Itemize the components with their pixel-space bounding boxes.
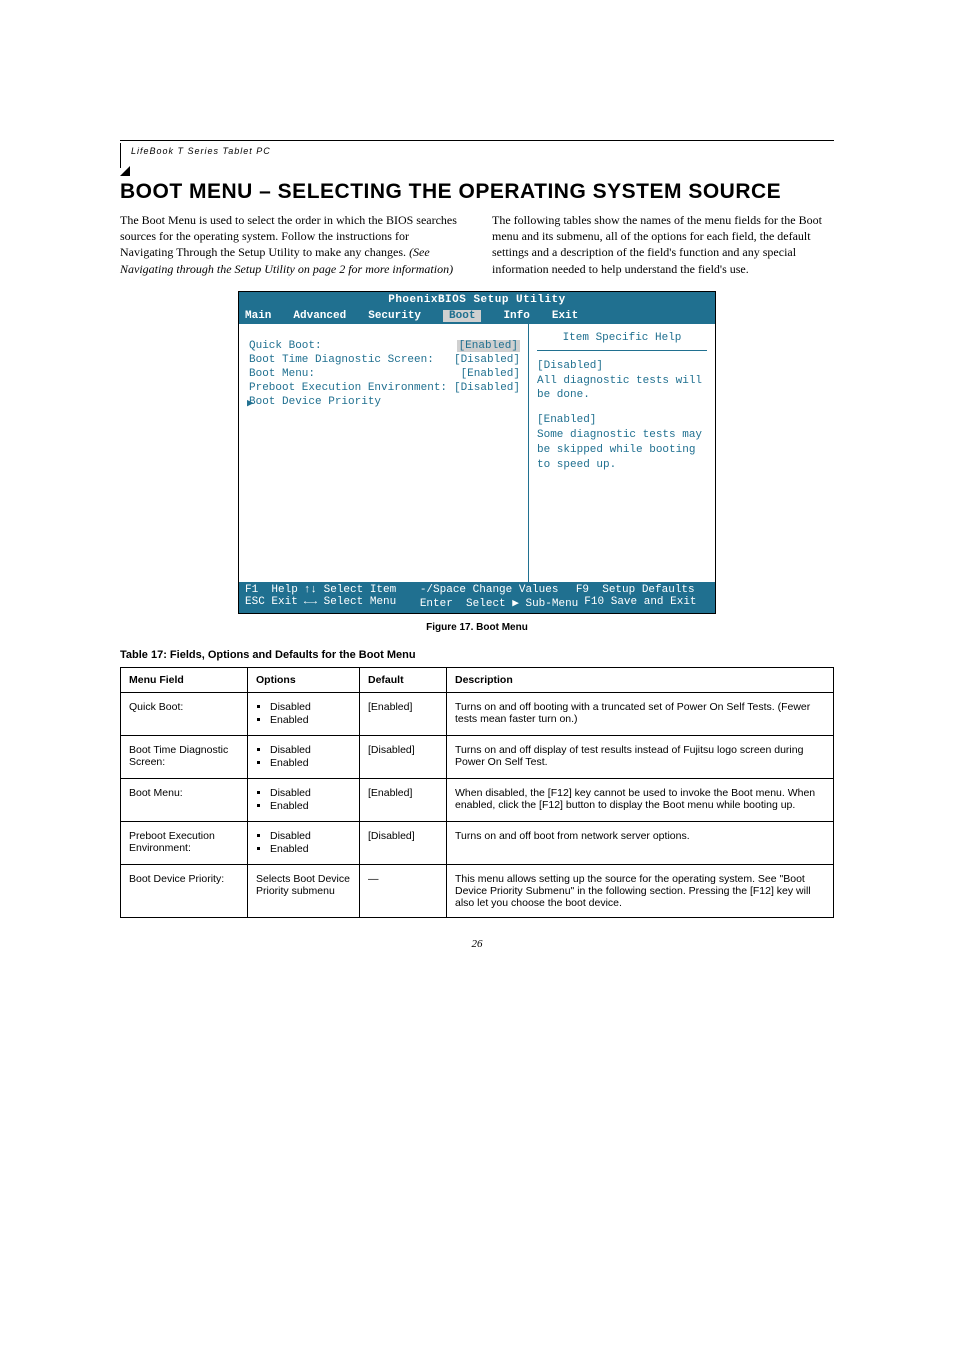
table-row: Boot Device Priority: Selects Boot Devic… — [121, 864, 834, 917]
intro-left-text: The Boot Menu is used to select the orde… — [120, 213, 457, 259]
submenu-caret-icon: ▶ — [247, 396, 254, 410]
cell-options: Disabled Enabled — [248, 778, 360, 821]
cell-field: Boot Device Priority: — [121, 864, 248, 917]
bios-label: Boot Time Diagnostic Screen: — [249, 354, 434, 366]
cell-default: [Disabled] — [360, 821, 447, 864]
cell-desc: Turns on and off display of test results… — [447, 735, 834, 778]
table-row: Boot Menu: Disabled Enabled [Enabled] Wh… — [121, 778, 834, 821]
header-triangle-icon — [120, 166, 130, 176]
cell-desc: This menu allows setting up the source f… — [447, 864, 834, 917]
bios-value: [Enabled] — [457, 340, 520, 352]
figure-caption: Figure 17. Boot Menu — [120, 622, 834, 633]
cell-field: Boot Time Diagnostic Screen: — [121, 735, 248, 778]
bios-help-body: [Disabled] All diagnostic tests will be … — [537, 359, 707, 473]
bios-value: [Disabled] — [454, 354, 520, 366]
table-title: Table 17: Fields, Options and Defaults f… — [120, 649, 834, 661]
intro-right: The following tables show the names of t… — [492, 212, 834, 277]
option-item: Enabled — [270, 843, 351, 855]
option-item: Disabled — [270, 701, 351, 713]
key-select-item: Select Item — [324, 584, 397, 596]
cell-desc: Turns on and off booting with a truncate… — [447, 692, 834, 735]
bios-tab-security[interactable]: Security — [368, 310, 421, 322]
table-row: Quick Boot: Disabled Enabled [Enabled] T… — [121, 692, 834, 735]
option-item: Enabled — [270, 800, 351, 812]
help-line: [Enabled] — [537, 413, 707, 428]
cell-default: [Enabled] — [360, 778, 447, 821]
cell-field: Preboot Execution Environment: — [121, 821, 248, 864]
cell-field: Boot Menu: — [121, 778, 248, 821]
key-minus-space: -/Space — [420, 584, 466, 596]
bios-label: Preboot Execution Environment: — [249, 382, 447, 394]
option-item: Disabled — [270, 830, 351, 842]
th-default: Default — [360, 667, 447, 692]
key-f1: F1 — [245, 584, 258, 596]
key-f9: F9 — [576, 584, 589, 596]
option-item: Enabled — [270, 714, 351, 726]
bios-help-title: Item Specific Help — [537, 332, 707, 351]
bios-help-panel: Item Specific Help [Disabled] All diagno… — [529, 324, 715, 582]
bios-window: PhoenixBIOS Setup Utility Main Advanced … — [238, 291, 716, 614]
bios-titlebar: PhoenixBIOS Setup Utility — [239, 292, 715, 308]
bios-menubar: Main Advanced Security Boot Info Exit — [239, 308, 715, 324]
bios-body-left: Quick Boot: [Enabled] Boot Time Diagnost… — [239, 324, 529, 582]
key-select-menu: Select Menu — [324, 596, 397, 608]
option-item: Disabled — [270, 787, 351, 799]
bios-row-diag-screen[interactable]: Boot Time Diagnostic Screen: [Disabled] — [249, 354, 520, 366]
bios-tab-advanced[interactable]: Advanced — [293, 310, 346, 322]
bios-label: Boot Menu: — [249, 368, 315, 380]
key-exit: Exit — [271, 596, 297, 608]
cell-default: — — [360, 864, 447, 917]
bios-row-preboot-exec[interactable]: Preboot Execution Environment: [Disabled… — [249, 382, 520, 394]
help-line: All diagnostic tests will be done. — [537, 374, 707, 404]
help-line: [Disabled] — [537, 359, 707, 374]
bios-value: [Disabled] — [454, 382, 520, 394]
cell-options: Selects Boot Device Priority submenu — [248, 864, 360, 917]
bios-tab-exit[interactable]: Exit — [552, 310, 578, 322]
bios-footer: F1 Help ↑↓ Select Item -/Space Change Va… — [239, 582, 715, 613]
th-description: Description — [447, 667, 834, 692]
bios-label: Quick Boot: — [249, 340, 322, 352]
bios-label: Boot Device Priority — [249, 396, 381, 408]
th-menu-field: Menu Field — [121, 667, 248, 692]
bios-row-quick-boot[interactable]: Quick Boot: [Enabled] — [249, 340, 520, 352]
key-select-sub: Select ▶ Sub-Menu — [466, 598, 578, 610]
product-line-text: LifeBook T Series Tablet PC — [131, 146, 271, 156]
bios-tab-info[interactable]: Info — [503, 310, 529, 322]
option-item: Disabled — [270, 744, 351, 756]
bios-tab-boot[interactable]: Boot — [443, 310, 481, 322]
cell-desc: When disabled, the [F12] key cannot be u… — [447, 778, 834, 821]
key-esc: ESC — [245, 596, 265, 608]
key-change-values: Change Values — [473, 584, 559, 596]
table-row: Preboot Execution Environment: Disabled … — [121, 821, 834, 864]
key-lr: ←→ — [304, 596, 317, 608]
th-options: Options — [248, 667, 360, 692]
cell-default: [Disabled] — [360, 735, 447, 778]
table-row: Boot Time Diagnostic Screen: Disabled En… — [121, 735, 834, 778]
key-updown: ↑↓ — [304, 584, 317, 596]
options-table: Menu Field Options Default Description Q… — [120, 667, 834, 918]
cell-options: Disabled Enabled — [248, 692, 360, 735]
help-line: Some diagnostic tests may be skipped whi… — [537, 428, 707, 473]
option-item: Enabled — [270, 757, 351, 769]
intro-left: The Boot Menu is used to select the orde… — [120, 212, 462, 277]
key-enter: Enter — [420, 598, 453, 610]
bios-row-boot-menu[interactable]: Boot Menu: [Enabled] — [249, 368, 520, 380]
page-number: 26 — [120, 938, 834, 950]
cell-desc: Turns on and off boot from network serve… — [447, 821, 834, 864]
cell-default: [Enabled] — [360, 692, 447, 735]
key-save-exit: Save and Exit — [611, 596, 697, 608]
cell-field: Quick Boot: — [121, 692, 248, 735]
key-help: Help — [271, 584, 297, 596]
bios-value: [Enabled] — [461, 368, 520, 380]
page-title: BOOT MENU – SELECTING THE OPERATING SYST… — [120, 180, 834, 204]
bios-row-boot-device-priority[interactable]: ▶ Boot Device Priority — [249, 396, 520, 408]
bios-tab-main[interactable]: Main — [245, 310, 271, 322]
key-setup-defaults: Setup Defaults — [602, 584, 694, 596]
header-product-line: LifeBook T Series Tablet PC — [120, 143, 834, 168]
cell-options: Disabled Enabled — [248, 735, 360, 778]
key-f10: F10 — [584, 596, 604, 608]
cell-options: Disabled Enabled — [248, 821, 360, 864]
